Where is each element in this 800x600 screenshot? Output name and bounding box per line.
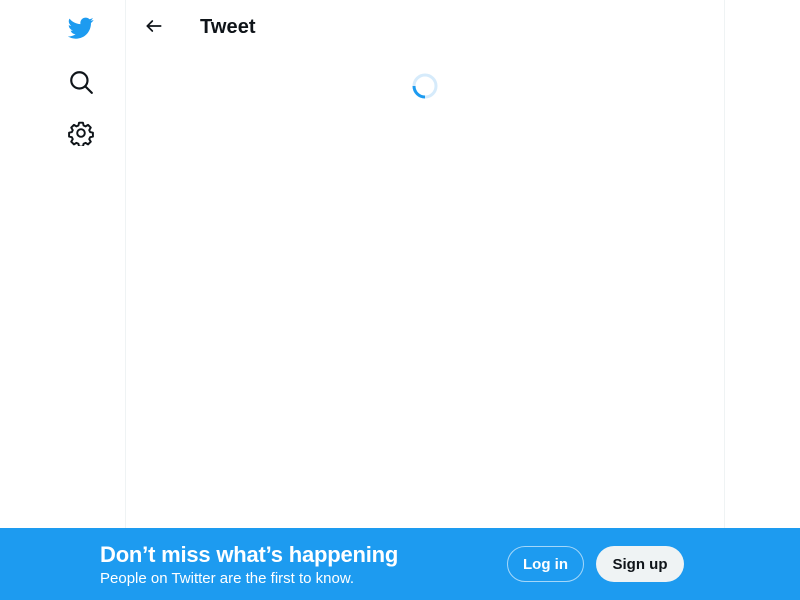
arrow-left-icon[interactable]	[137, 9, 171, 43]
search-icon[interactable]	[61, 62, 101, 102]
banner-heading: Don’t miss what’s happening	[100, 542, 399, 567]
login-button[interactable]: Log in	[507, 546, 584, 582]
page-title: Tweet	[200, 16, 256, 38]
signup-button[interactable]: Sign up	[596, 546, 684, 582]
banner-subtext: People on Twitter are the first to know.	[100, 570, 355, 587]
gear-icon[interactable]	[61, 113, 101, 153]
header: Tweet	[126, 0, 724, 53]
twitter-bird-icon[interactable]	[61, 8, 101, 48]
main-column: Tweet	[125, 0, 725, 528]
spinner-icon	[412, 73, 438, 99]
sidebar	[0, 0, 125, 528]
